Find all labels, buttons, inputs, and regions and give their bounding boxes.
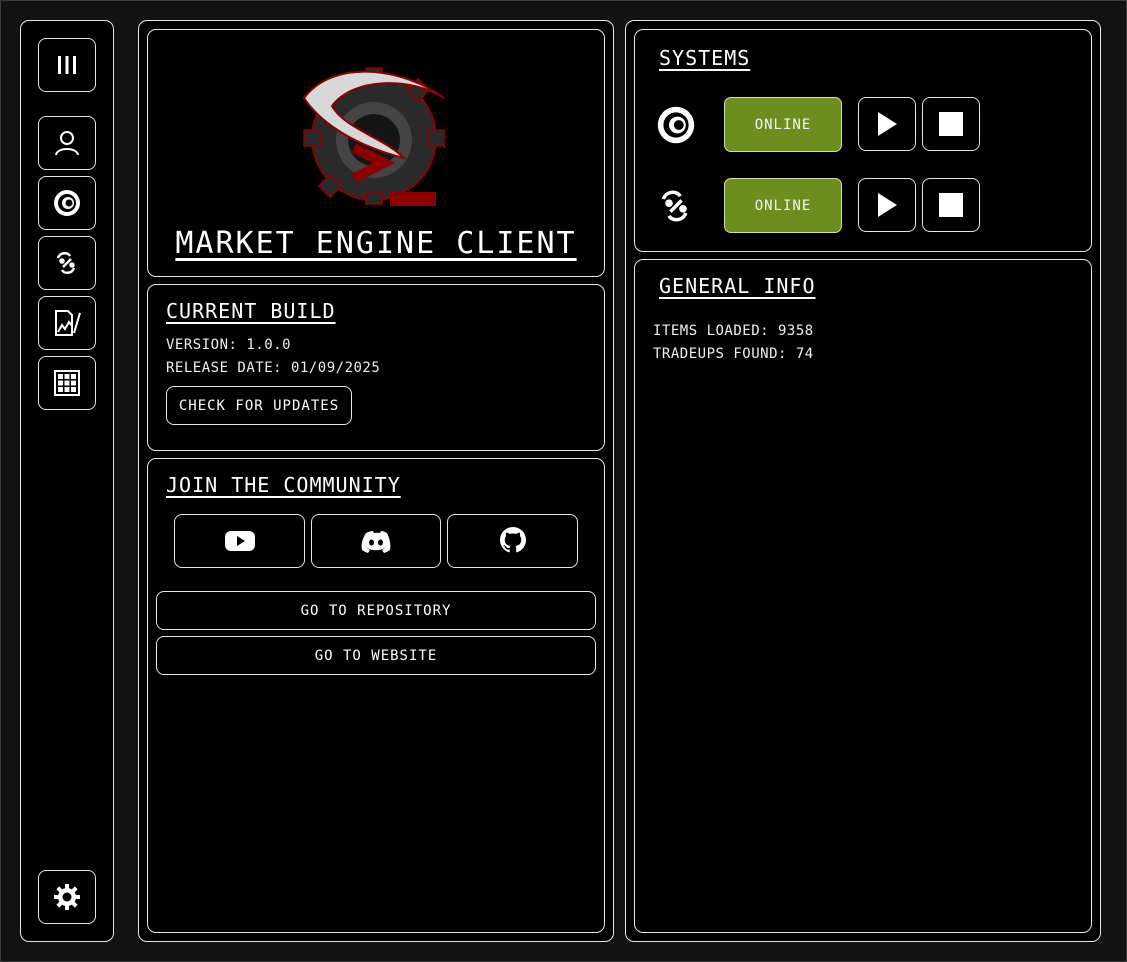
stop-icon [939, 193, 963, 217]
build-card: Current Build Version: 1.0.0 Release Dat… [147, 284, 605, 451]
start-button-currency[interactable] [858, 97, 916, 151]
menu-button[interactable] [38, 38, 96, 92]
stop-button-tradeups[interactable] [922, 178, 980, 232]
app-title: Market Engine Client [175, 226, 577, 261]
exchange-percent-icon [56, 252, 76, 274]
systems-heading: Systems [659, 46, 751, 70]
coin-icon [54, 190, 80, 216]
info-card: General Info Items Loaded: 9358 Tradeups… [634, 259, 1092, 933]
github-button[interactable] [447, 514, 578, 568]
coin-icon [657, 106, 695, 144]
github-icon [499, 527, 526, 553]
grid-icon [54, 370, 80, 396]
settings-button[interactable] [38, 870, 96, 924]
app-logo [302, 67, 445, 206]
play-icon [878, 193, 897, 217]
grid-button[interactable] [38, 356, 96, 410]
check-updates-button[interactable]: Check for updates [166, 386, 352, 425]
info-heading: General Info [659, 274, 816, 298]
discord-button[interactable] [311, 514, 441, 568]
release-date-text: Release Date: 01/09/2025 [166, 360, 381, 376]
start-button-tradeups[interactable] [858, 178, 916, 232]
account-button[interactable] [38, 116, 96, 170]
youtube-button[interactable] [174, 514, 305, 568]
tradeups-button[interactable] [38, 236, 96, 290]
repository-button[interactable]: Go to Repository [156, 591, 596, 630]
community-heading: Join the Community [166, 473, 401, 497]
community-card: Join the Community Go to Repository Go t… [147, 458, 605, 933]
gear-icon [54, 884, 80, 910]
reports-button[interactable] [38, 296, 96, 350]
items-loaded-text: Items Loaded: 9358 [653, 323, 814, 339]
currency-button[interactable] [38, 176, 96, 230]
tradeups-found-text: Tradeups Found: 74 [653, 346, 814, 362]
header-card: Market Engine Client [147, 29, 605, 277]
bars-icon [58, 56, 76, 74]
systems-card: Systems Online Online [634, 29, 1092, 252]
stop-icon [939, 112, 963, 136]
website-button[interactable]: Go to Website [156, 636, 596, 675]
stop-button-currency[interactable] [922, 97, 980, 151]
exchange-percent-icon [661, 190, 688, 222]
play-icon [878, 112, 897, 136]
youtube-icon [224, 531, 255, 551]
status-badge-tradeups: Online [724, 178, 842, 233]
user-icon [55, 131, 79, 156]
discord-icon [361, 531, 391, 553]
status-badge-currency: Online [724, 97, 842, 152]
version-text: Version: 1.0.0 [166, 337, 292, 353]
build-heading: Current Build [166, 299, 336, 323]
chart-file-icon [55, 310, 81, 336]
